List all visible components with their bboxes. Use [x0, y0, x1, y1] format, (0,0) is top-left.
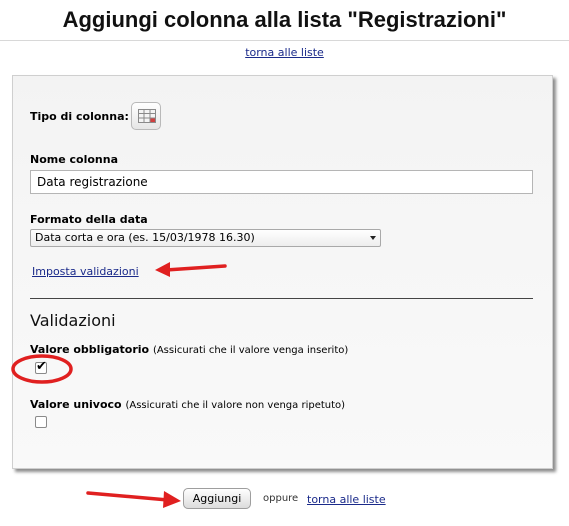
unique-checkbox[interactable]: [35, 416, 47, 428]
column-name-input[interactable]: Data registrazione: [30, 170, 533, 194]
page-title: Aggiungi colonna alla lista "Registrazio…: [0, 0, 569, 41]
column-name-label: Nome colonna: [30, 153, 119, 166]
unique-label: Valore univoco: [30, 398, 122, 411]
date-format-select[interactable]: Data corta e ora (es. 15/03/1978 16.30): [30, 229, 381, 247]
validations-title: Validazioni: [30, 311, 116, 330]
dropdown-arrow-icon: [370, 236, 376, 240]
date-format-label: Formato della data: [30, 213, 148, 226]
red-arrow-icon: [86, 491, 181, 508]
back-to-lists-link-top[interactable]: torna alle liste: [0, 46, 569, 59]
or-text: oppure: [263, 493, 299, 504]
section-divider: [30, 298, 533, 299]
required-hint: (Assicurati che il valore venga inserito…: [152, 345, 349, 356]
required-label-row: Valore obbligatorio (Assicurati che il v…: [30, 343, 348, 356]
unique-hint: (Assicurati che il valore non venga ripe…: [125, 400, 346, 411]
column-type-button[interactable]: [131, 102, 161, 130]
unique-label-row: Valore univoco (Assicurati che il valore…: [30, 398, 345, 411]
column-type-label: Tipo di colonna:: [30, 110, 129, 123]
required-label: Valore obbligatorio: [30, 343, 150, 356]
back-to-lists-link-bottom[interactable]: torna alle liste: [307, 493, 386, 506]
date-format-selected-value: Data corta e ora (es. 15/03/1978 16.30): [35, 231, 255, 244]
table-icon: [138, 109, 156, 123]
checkmark-icon: ✔: [36, 359, 47, 374]
required-checkbox[interactable]: ✔: [35, 359, 47, 374]
set-validations-link[interactable]: Imposta validazioni: [32, 265, 139, 278]
add-button[interactable]: Aggiungi: [183, 488, 251, 509]
